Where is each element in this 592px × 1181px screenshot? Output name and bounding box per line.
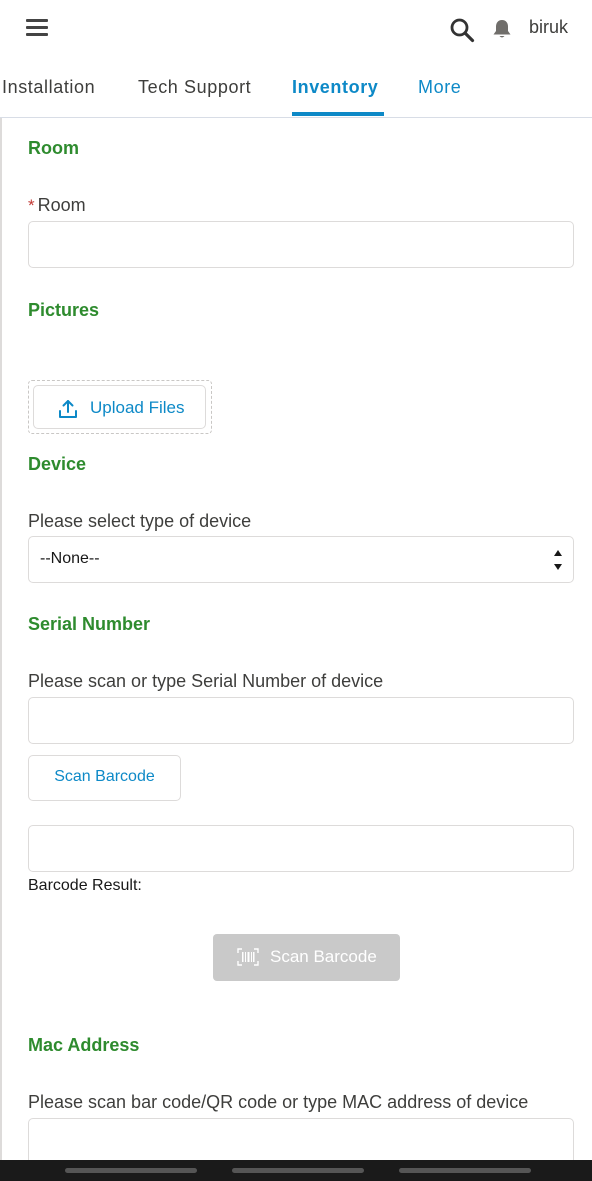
mac-address-field-label: Please scan bar code/QR code or type MAC… [28, 1092, 529, 1112]
barcode-icon [237, 948, 259, 966]
hamburger-menu-icon[interactable] [26, 19, 48, 37]
room-field-label: * Room [28, 195, 86, 216]
nav-home-button[interactable] [232, 1168, 364, 1173]
scan-barcode-disabled-label: Scan Barcode [270, 947, 377, 966]
search-icon[interactable] [449, 17, 475, 43]
tab-inventory[interactable]: Inventory [292, 77, 378, 98]
barcode-result-input[interactable] [28, 825, 574, 872]
upload-files-button[interactable]: Upload Files [33, 385, 206, 429]
room-section-title: Room [28, 138, 79, 158]
scan-barcode-button[interactable]: Scan Barcode [28, 755, 181, 801]
device-field-label: Please select type of device [28, 511, 252, 531]
mac-address-input[interactable] [28, 1118, 574, 1165]
pictures-section-title: Pictures [28, 300, 100, 320]
serial-number-input[interactable] [28, 697, 574, 744]
device-type-selected-value: --None-- [40, 550, 100, 567]
barcode-result-label: Barcode Result: [28, 877, 142, 894]
tab-installation[interactable]: Installation [2, 77, 95, 98]
required-marker: * [28, 196, 35, 215]
active-tab-indicator [292, 112, 384, 116]
username-label[interactable]: biruk [529, 17, 568, 38]
scan-barcode-disabled-button[interactable]: Scan Barcode [213, 934, 400, 981]
upload-icon [59, 400, 77, 418]
room-input[interactable] [28, 221, 574, 268]
system-navigation-bar [0, 1160, 592, 1181]
device-type-select[interactable]: --None-- [28, 536, 574, 583]
tab-tech-support[interactable]: Tech Support [138, 77, 251, 98]
scan-barcode-label: Scan Barcode [54, 768, 155, 785]
bell-icon[interactable] [490, 17, 514, 41]
serial-number-field-label: Please scan or type Serial Number of dev… [28, 671, 384, 691]
nav-back-button[interactable] [399, 1168, 531, 1173]
mac-address-section-title: Mac Address [28, 1035, 140, 1055]
serial-number-section-title: Serial Number [28, 614, 151, 634]
upload-dropzone[interactable]: Upload Files [28, 380, 212, 434]
room-label-text: Room [37, 195, 86, 215]
inventory-form: Room * Room Pictures Upload Files Device … [0, 118, 592, 1165]
app-header: biruk [0, 0, 592, 58]
tab-bar: Installation Tech Support Inventory More [0, 58, 592, 118]
tab-more[interactable]: More [418, 77, 461, 98]
upload-files-label: Upload Files [90, 398, 185, 417]
nav-recents-button[interactable] [65, 1168, 197, 1173]
select-arrows-icon [554, 550, 562, 570]
device-section-title: Device [28, 454, 87, 474]
